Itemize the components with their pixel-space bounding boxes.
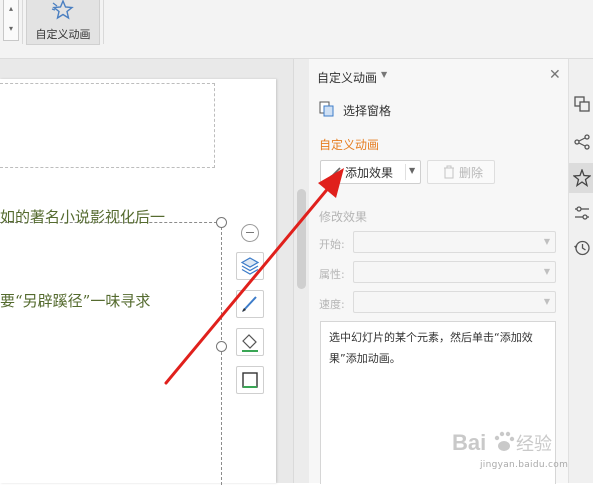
slide[interactable]: 如的著名小说影视化后一 要“另辟蹊径”一味寻求 (0, 79, 276, 485)
fill-tool-button[interactable] (236, 328, 264, 356)
pane-title[interactable]: 自定义动画 (317, 69, 377, 86)
speed-select[interactable]: ▼ (353, 291, 556, 313)
selection-pane-label: 选择窗格 (343, 104, 392, 118)
ribbon-divider (103, 0, 104, 44)
close-icon[interactable]: ✕ (549, 67, 561, 83)
pen-icon (242, 296, 257, 312)
scrollbar-thumb[interactable] (297, 189, 306, 289)
border-icon (242, 372, 258, 388)
properties-icon[interactable] (573, 204, 591, 222)
chevron-down-icon: ▼ (543, 267, 550, 276)
resize-handle-middle-right[interactable] (216, 341, 227, 352)
border-tool-button[interactable] (236, 366, 264, 394)
slide-text-line-2: 要“另辟蹊径”一味寻求 (0, 292, 151, 310)
chevron-down-icon[interactable]: ▼ (409, 166, 415, 175)
baidu-jingyan-watermark: Bai 经验 jingyan.baidu.com (452, 424, 592, 474)
section-title: 自定义动画 (319, 138, 380, 152)
start-select[interactable]: ▼ (353, 231, 556, 253)
pencil-icon (330, 167, 341, 178)
pen-tool-button[interactable] (236, 290, 264, 318)
layers-icon (240, 257, 260, 275)
chevron-down-icon: ▼ (543, 237, 550, 246)
delete-button[interactable]: 删除 (427, 160, 495, 184)
trash-icon (444, 165, 454, 179)
title-placeholder[interactable] (0, 83, 215, 168)
resize-handle-top-right[interactable] (216, 217, 227, 228)
delete-label: 删除 (459, 166, 484, 180)
layers-tool-button[interactable] (236, 252, 264, 280)
scroll-up-icon[interactable]: ▴ (6, 4, 16, 14)
animation-star-icon[interactable] (573, 169, 591, 187)
right-sidebar-rail (568, 59, 593, 483)
custom-animation-pane: 自定义动画 ▼ ✕ 选择窗格 自定义动画 添加效果 ▼ 删除 修改效果 开始: … (309, 59, 568, 484)
baidu-logo: Bai 经验 (452, 430, 552, 455)
collapse-icon[interactable] (241, 224, 259, 242)
scroll-down-icon[interactable]: ▾ (6, 24, 16, 34)
chevron-down-icon: ▼ (543, 297, 550, 306)
custom-animation-ribbon-label: 自定义动画 (35, 28, 91, 41)
slide-canvas: 如的著名小说影视化后一 要“另辟蹊径”一味寻求 (0, 59, 293, 485)
add-effect-label: 添加效果 (345, 166, 394, 180)
slide-text-line-1: 如的著名小说影视化后一 (0, 208, 166, 226)
speed-label: 速度: (319, 298, 345, 311)
star-animation-icon (51, 0, 74, 20)
ribbon: ▴ ▾ 自定义动画 (0, 0, 593, 59)
ribbon-divider (22, 0, 23, 44)
selection-pane-icon (319, 101, 334, 117)
animation-list-hint: 选中幻灯片的某个元素，然后单击“添加效果”添加动画。 (329, 331, 533, 365)
svg-text:Bai: Bai (452, 430, 486, 455)
svg-text:经验: 经验 (516, 434, 552, 455)
selected-text-box[interactable] (0, 222, 222, 485)
ribbon-gallery-scroller[interactable]: ▴ ▾ (3, 0, 19, 41)
share-icon[interactable] (573, 133, 591, 151)
custom-animation-ribbon-button[interactable]: 自定义动画 (26, 0, 100, 45)
button-split-divider (405, 164, 406, 180)
slide-scrollbar[interactable] (293, 59, 310, 483)
add-effect-button[interactable]: 添加效果 ▼ (320, 160, 421, 184)
start-label: 开始: (319, 238, 345, 251)
chevron-down-icon[interactable]: ▼ (381, 70, 387, 79)
property-label: 属性: (319, 268, 345, 281)
modify-effect-title: 修改效果 (319, 210, 368, 224)
fill-bucket-icon (242, 334, 258, 352)
property-select[interactable]: ▼ (353, 261, 556, 283)
history-icon[interactable] (573, 239, 591, 257)
watermark-url: jingyan.baidu.com (480, 460, 569, 470)
slides-icon[interactable] (573, 95, 591, 113)
